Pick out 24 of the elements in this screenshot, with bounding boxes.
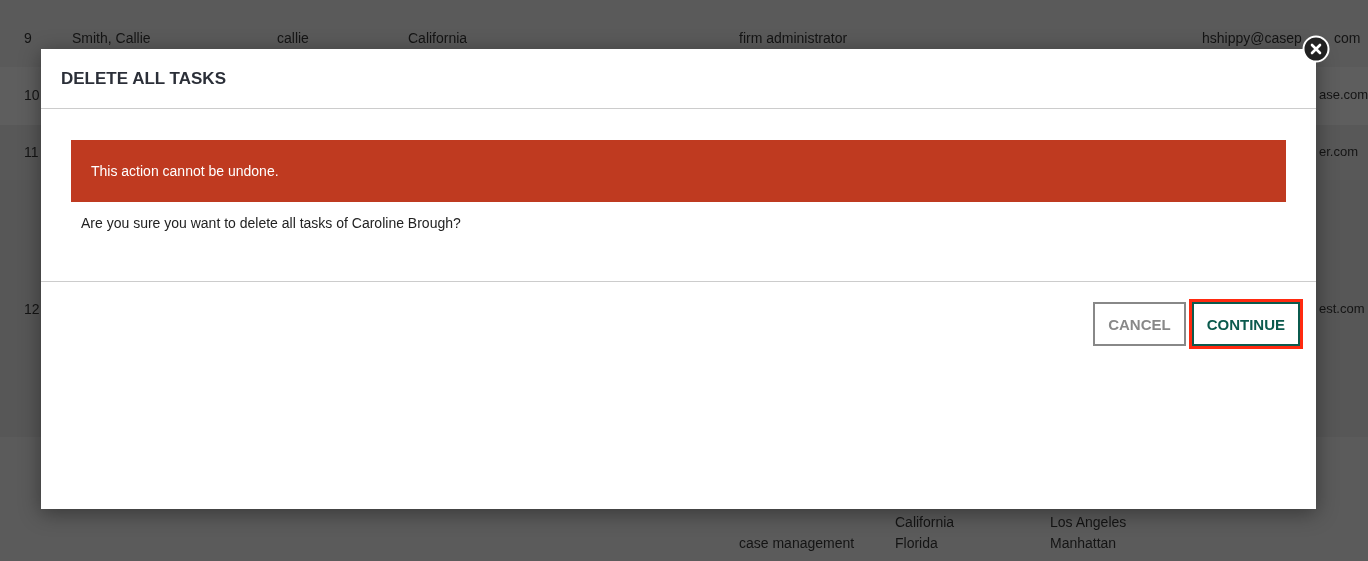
table-cell: er.com <box>1319 144 1358 159</box>
confirm-message: Are you sure you want to delete all tasks of Caroline Brough? <box>80 215 462 231</box>
table-cell: California <box>895 514 955 530</box>
table-cell: est.com <box>1319 301 1365 316</box>
table-cell: case management <box>739 535 855 551</box>
alert-text: This action cannot be undone. <box>91 163 279 179</box>
close-icon[interactable] <box>1302 35 1330 63</box>
table-cell: Los Angeles <box>1050 514 1127 530</box>
table-cell: firm administrator <box>739 30 848 46</box>
continue-button[interactable]: CONTINUE <box>1191 302 1300 346</box>
row-number: 12 <box>24 301 40 317</box>
table-cell: California <box>408 30 468 46</box>
table-cell: callie <box>277 30 309 46</box>
table-cell-text: Manhattan <box>1050 535 1118 551</box>
table-cell: ase.com <box>1319 87 1368 102</box>
table-cell-text: Florida <box>895 535 939 551</box>
table-cell: com <box>1334 30 1361 46</box>
table-cell: Smith, Callie <box>72 30 151 46</box>
cancel-button[interactable]: CANCEL <box>1093 302 1186 346</box>
table-cell: hshippy@casep <box>1202 30 1302 46</box>
row-number: 9 <box>24 30 32 46</box>
row-number: 10 <box>24 87 40 103</box>
dialog-title: DELETE ALL TASKS <box>61 68 226 89</box>
row-number: 11 <box>24 144 39 160</box>
